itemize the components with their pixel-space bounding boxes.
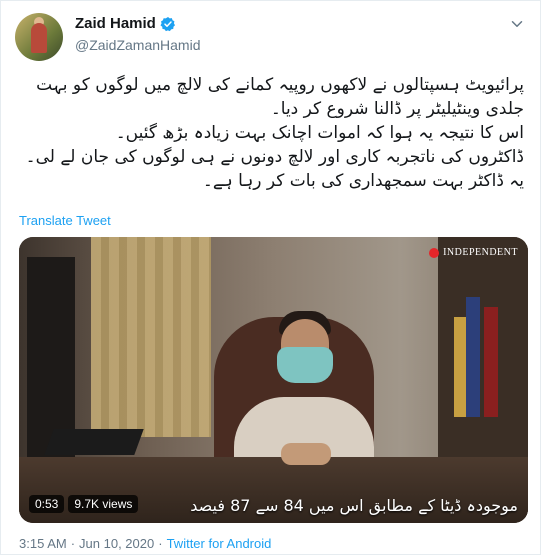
tweet-line: یہ ڈاکٹر بہت سمجھداری کی بات کر رہا ہے۔ <box>202 171 524 191</box>
tweet-line: ڈاکٹروں کی ناتجربہ کاری اور لالچ دونوں ن… <box>25 147 524 167</box>
video-keyboard <box>44 429 144 455</box>
tweet-line: اس کا نتیجہ یہ ہوا کہ اموات اچانک بہت زی… <box>115 123 524 143</box>
video-views: 9.7K views <box>68 495 139 513</box>
video-book <box>454 317 466 417</box>
video-monitor <box>27 257 75 457</box>
tweet-date[interactable]: Jun 10, 2020 <box>79 536 154 551</box>
video-player[interactable]: INDEPENDENT موجودہ ڈیٹا کے مطابق اس میں … <box>19 237 528 523</box>
watermark-text: INDEPENDENT <box>443 247 518 258</box>
tweet-source[interactable]: Twitter for Android <box>167 536 272 551</box>
tweet-card: Zaid Hamid @ZaidZamanHamid پرائیویٹ ہسپت… <box>0 0 541 555</box>
tweet-text: پرائیویٹ ہسپتالوں نے لاکھوں روپیہ کمانے … <box>15 73 524 193</box>
watermark-mark-icon <box>429 247 440 258</box>
chevron-down-icon[interactable] <box>508 15 526 33</box>
verified-badge-icon <box>160 16 175 31</box>
video-curtain <box>91 237 211 437</box>
meta-separator: · <box>158 536 163 551</box>
translate-tweet-link[interactable]: Translate Tweet <box>19 213 111 228</box>
video-badges: 0:53 9.7K views <box>29 495 139 513</box>
name-row: Zaid Hamid <box>75 15 176 32</box>
video-person-mask <box>277 347 333 383</box>
tweet-time[interactable]: 3:15 AM <box>19 536 67 551</box>
video-duration: 0:53 <box>29 495 65 513</box>
video-person-hands <box>281 443 331 465</box>
avatar[interactable] <box>15 13 63 61</box>
tweet-line: پرائیویٹ ہسپتالوں نے لاکھوں روپیہ کمانے … <box>36 75 524 119</box>
video-caption: موجودہ ڈیٹا کے مطابق اس میں 84 سے 87 فیص… <box>190 496 518 515</box>
avatar-figure <box>31 23 47 53</box>
video-book <box>484 307 498 417</box>
tweet-meta: 3:15 AM · Jun 10, 2020 · Twitter for And… <box>19 536 271 551</box>
video-book <box>466 297 480 417</box>
user-handle[interactable]: @ZaidZamanHamid <box>75 37 200 53</box>
display-name[interactable]: Zaid Hamid <box>75 15 156 32</box>
video-watermark: INDEPENDENT <box>429 247 518 258</box>
meta-separator: · <box>70 536 76 551</box>
